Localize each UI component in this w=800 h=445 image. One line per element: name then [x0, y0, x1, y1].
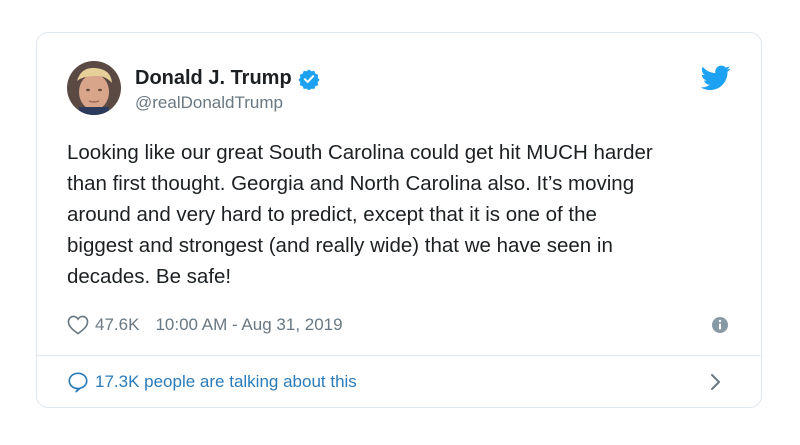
chevron-right-icon[interactable]: [709, 371, 723, 393]
verified-badge-icon: [298, 68, 320, 90]
avatar-image: [67, 61, 121, 115]
name-row: Donald J. Trump: [135, 67, 320, 90]
info-icon[interactable]: [711, 316, 729, 334]
conversation-link[interactable]: 17.3K people are talking about this: [67, 355, 731, 408]
tweet-card: Donald J. Trump @realDonaldTrump Looking…: [36, 32, 762, 408]
like-count[interactable]: 47.6K: [95, 315, 139, 335]
tweet-text: Looking like our great South Carolina co…: [67, 141, 653, 288]
tweet-header: Donald J. Trump @realDonaldTrump: [67, 61, 731, 119]
avatar[interactable]: [67, 61, 121, 115]
conversation-count-text[interactable]: 17.3K people are talking about this: [95, 372, 357, 392]
author-handle[interactable]: @realDonaldTrump: [135, 93, 320, 113]
speech-bubble-icon: [67, 371, 89, 393]
twitter-bird-icon[interactable]: [700, 65, 731, 91]
author-block: Donald J. Trump @realDonaldTrump: [135, 67, 320, 113]
tweet-meta: 47.6K 10:00 AM - Aug 31, 2019: [67, 311, 731, 339]
author-display-name[interactable]: Donald J. Trump: [135, 67, 292, 90]
heart-icon[interactable]: [67, 315, 89, 335]
tweet-timestamp[interactable]: 10:00 AM - Aug 31, 2019: [155, 315, 342, 335]
